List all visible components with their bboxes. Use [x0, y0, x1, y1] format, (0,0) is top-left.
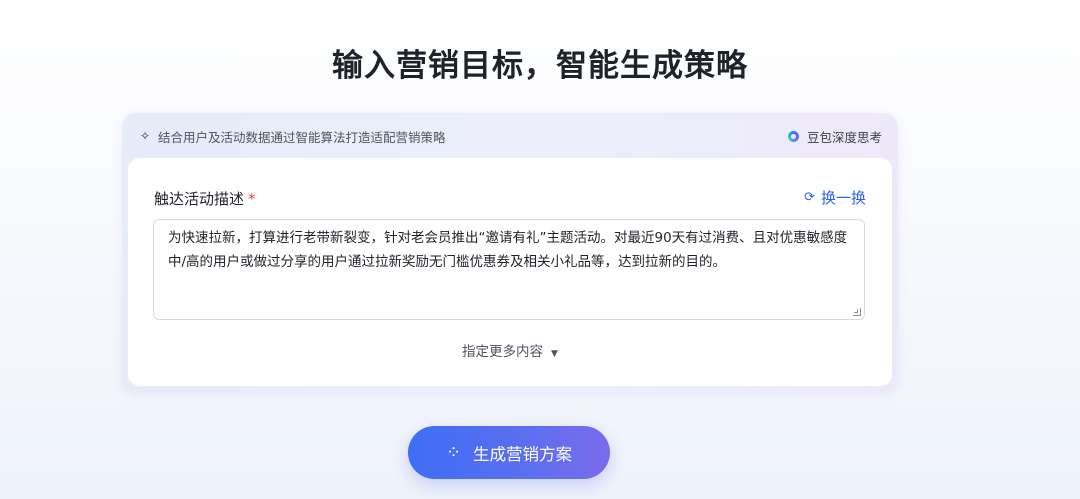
sparkle-icon: ✧: [139, 129, 151, 143]
resize-handle-icon[interactable]: [853, 308, 861, 316]
doubao-logo-icon: [787, 130, 799, 142]
model-selector[interactable]: 豆包深度思考: [787, 127, 882, 145]
more-label: 指定更多内容: [462, 344, 544, 360]
more-options-toggle[interactable]: 指定更多内容 ▼: [128, 340, 892, 360]
description-text: 为快速拉新，打算进行老带新裂变，针对老会员推出“邀请有礼”主题活动。对最近90天…: [168, 230, 848, 270]
page-title: 输入营销目标，智能生成策略: [332, 48, 748, 84]
refresh-icon: ⟳: [804, 190, 815, 205]
caret-down-icon: ▼: [551, 349, 558, 359]
description-textarea[interactable]: 为快速拉新，打算进行老带新裂变，针对老会员推出“邀请有礼”主题活动。对最近90天…: [153, 219, 865, 320]
hint-text: 结合用户及活动数据通过智能算法打造适配营销策略: [158, 129, 446, 145]
refresh-label: 换一换: [820, 189, 866, 207]
model-label: 豆包深度思考: [806, 129, 882, 145]
required-mark: *: [248, 190, 256, 208]
field-label: 触达活动描述 *: [154, 188, 256, 209]
generate-plan-button[interactable]: ⁘ 生成营销方案: [408, 426, 610, 479]
generate-label: 生成营销方案: [473, 444, 573, 464]
hint-bar: ✧ 结合用户及活动数据通过智能算法打造适配营销策略: [138, 127, 446, 145]
refresh-button[interactable]: ⟳ 换一换: [804, 187, 866, 208]
loading-spark-icon: ⁘: [445, 442, 462, 463]
form-panel: 触达活动描述 * ⟳ 换一换 为快速拉新，打算进行老带新裂变，针对老会员推出“邀请…: [128, 158, 892, 386]
strategy-card: ✧ 结合用户及活动数据通过智能算法打造适配营销策略 豆包深度思考 触达活动描述 *…: [122, 113, 898, 392]
field-label-text: 触达活动描述: [154, 190, 245, 208]
